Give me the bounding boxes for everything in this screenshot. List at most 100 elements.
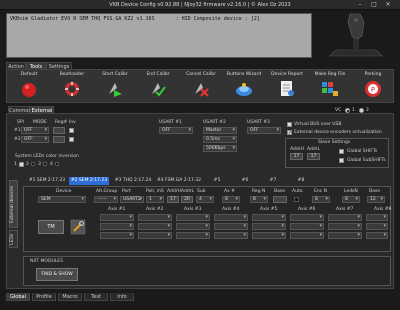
- axis-3-select-a[interactable]: [176, 214, 210, 221]
- usart-3-select[interactable]: OFF: [247, 127, 281, 134]
- tab-global[interactable]: Global: [6, 293, 30, 301]
- minimize-button[interactable]: –: [356, 1, 364, 9]
- sem-poll-select[interactable]: 1: [146, 196, 164, 203]
- sem-alt-group-select[interactable]: ------: [94, 196, 118, 203]
- axis-2-select-c[interactable]: [138, 232, 172, 239]
- axis-2-select-b[interactable]: [138, 223, 172, 230]
- cancel-calibration-icon: [195, 83, 209, 97]
- parking-button[interactable]: Parking P: [351, 71, 395, 102]
- sem-axes-select[interactable]: 8: [222, 196, 240, 203]
- sem-tab-8[interactable]: #8: [293, 177, 309, 185]
- global-shifts-checkbox[interactable]: [339, 149, 344, 154]
- cancel-calibr-button[interactable]: Cancel Calibr: [179, 71, 223, 102]
- bootloader-button[interactable]: Bootloader: [50, 71, 94, 102]
- axis-7-select-b[interactable]: [328, 223, 362, 230]
- axis-6-select-b[interactable]: [290, 223, 324, 230]
- axis-8-select-b[interactable]: [366, 223, 388, 230]
- sem-auto-checkbox[interactable]: [294, 197, 299, 202]
- find-show-button[interactable]: FIND & SHOW: [36, 268, 78, 281]
- axis-2-select-a[interactable]: [138, 214, 172, 221]
- system-led-4-swatch[interactable]: [55, 162, 59, 166]
- axis-8-select-a[interactable]: [366, 214, 388, 221]
- sem-addr-h-field[interactable]: 17: [167, 196, 179, 203]
- axis-6-select-a[interactable]: [290, 214, 324, 221]
- axis-5-select-b[interactable]: [252, 223, 286, 230]
- tools-icon[interactable]: [70, 219, 86, 235]
- axis-5-select-a[interactable]: [252, 214, 286, 221]
- sem-tab-7[interactable]: #7: [265, 177, 281, 185]
- system-led-3-swatch[interactable]: [43, 162, 47, 166]
- joystick-image: [329, 13, 383, 57]
- external-encoders-checkbox[interactable]: ✓: [287, 130, 292, 136]
- sem-port-select[interactable]: USART2: [120, 196, 144, 203]
- axis-1-select-a[interactable]: [100, 214, 134, 221]
- axis-4-select-b[interactable]: [214, 223, 248, 230]
- vc-radio-2[interactable]: [359, 108, 364, 113]
- sem-base-field[interactable]: [273, 196, 287, 203]
- col-device-label: Device: [56, 189, 72, 194]
- sem-device-select[interactable]: SEM: [38, 196, 86, 203]
- close-button[interactable]: ✕: [384, 1, 392, 9]
- sem-addr-l-field[interactable]: 20: [181, 196, 193, 203]
- sem-enc-select[interactable]: 8: [312, 196, 330, 203]
- buttons-wizard-button[interactable]: Buttons Wizard: [222, 71, 266, 102]
- axis-4-select-a[interactable]: [214, 214, 248, 221]
- spi-1-reg-field[interactable]: [53, 127, 65, 134]
- side-tab-leds[interactable]: LEDs: [9, 230, 18, 248]
- sem-sub-select[interactable]: 4: [196, 196, 214, 203]
- end-calibr-label: End Calibr: [146, 72, 170, 77]
- default-button[interactable]: Default: [7, 71, 51, 102]
- slave-addr-l-field[interactable]: 17: [307, 153, 320, 160]
- axis-4-select-c[interactable]: [214, 232, 248, 239]
- axis-6-select-c[interactable]: [290, 232, 324, 239]
- slave-addr-h-field[interactable]: 17: [290, 153, 303, 160]
- usart-1-select[interactable]: OFF: [159, 127, 193, 134]
- tab-test[interactable]: Test: [84, 293, 108, 301]
- spi-2-reg-field[interactable]: [53, 136, 65, 143]
- tab-info[interactable]: Info: [110, 293, 134, 301]
- tm-button[interactable]: TM: [38, 220, 64, 234]
- spi-2-mode-select[interactable]: OFF: [21, 136, 49, 143]
- spi-2-inv-checkbox[interactable]: [69, 137, 74, 142]
- sem-base2-select[interactable]: 12: [367, 196, 385, 203]
- tab-macro[interactable]: Macro: [58, 293, 82, 301]
- axis-1-select-b[interactable]: [100, 223, 134, 230]
- axis-3-select-b[interactable]: [176, 223, 210, 230]
- axis-7-select-c[interactable]: [328, 232, 362, 239]
- sem-tab-3[interactable]: #3 THQ 2:17.24: [113, 177, 153, 185]
- start-calibr-button[interactable]: Start Calibr: [93, 71, 137, 102]
- sem-leds-select[interactable]: 8: [342, 196, 360, 203]
- vc-radio-1[interactable]: [345, 108, 350, 113]
- axis-7-select-a[interactable]: [328, 214, 362, 221]
- spi-1-inv-checkbox[interactable]: [69, 128, 74, 133]
- maximize-button[interactable]: □: [370, 1, 378, 9]
- side-tab-external-devices[interactable]: External devices: [9, 180, 18, 228]
- col-auto-label: Auto: [292, 189, 303, 194]
- red-ball-icon: [22, 83, 36, 97]
- system-led-1-checkbox[interactable]: [19, 162, 24, 167]
- tab-profile[interactable]: Profile: [32, 293, 56, 301]
- usart-2-timing-select[interactable]: 0.5ms: [203, 136, 237, 143]
- sem-tab-5[interactable]: #5: [209, 177, 225, 185]
- sem-tab-6[interactable]: #6: [237, 177, 253, 185]
- vc-option-2-label: 2: [366, 108, 369, 113]
- spi-1-mode-select[interactable]: OFF: [21, 127, 49, 134]
- make-reg-file-button[interactable]: Make Reg File: [308, 71, 352, 102]
- global-subshifts-checkbox[interactable]: [339, 158, 344, 163]
- virtual-bus-checkbox[interactable]: [287, 122, 292, 127]
- end-calibr-button[interactable]: End Calibr: [136, 71, 180, 102]
- axis-1-select-c[interactable]: [100, 232, 134, 239]
- axis-3-select-c[interactable]: [176, 232, 210, 239]
- axis-6-label: Axis #6: [298, 207, 316, 212]
- axis-5-select-c[interactable]: [252, 232, 286, 239]
- sem-reg-select[interactable]: 8: [250, 196, 268, 203]
- usart-2-baud-select[interactable]: 500Kbps: [203, 145, 237, 152]
- sem-tab-1[interactable]: #1 SEM 2:17.23: [27, 177, 67, 185]
- device-report-button[interactable]: Device Report: [265, 71, 309, 102]
- system-led-1-label: 1: [14, 162, 17, 167]
- sem-tab-2[interactable]: #2 SEM 2:17.23: [69, 177, 109, 185]
- axis-8-select-c[interactable]: [366, 232, 388, 239]
- usart-2-select[interactable]: Master: [203, 127, 237, 134]
- sem-tab-4[interactable]: #4 FSM.GA 2:17.32: [155, 177, 203, 185]
- system-led-2-swatch[interactable]: [31, 162, 35, 166]
